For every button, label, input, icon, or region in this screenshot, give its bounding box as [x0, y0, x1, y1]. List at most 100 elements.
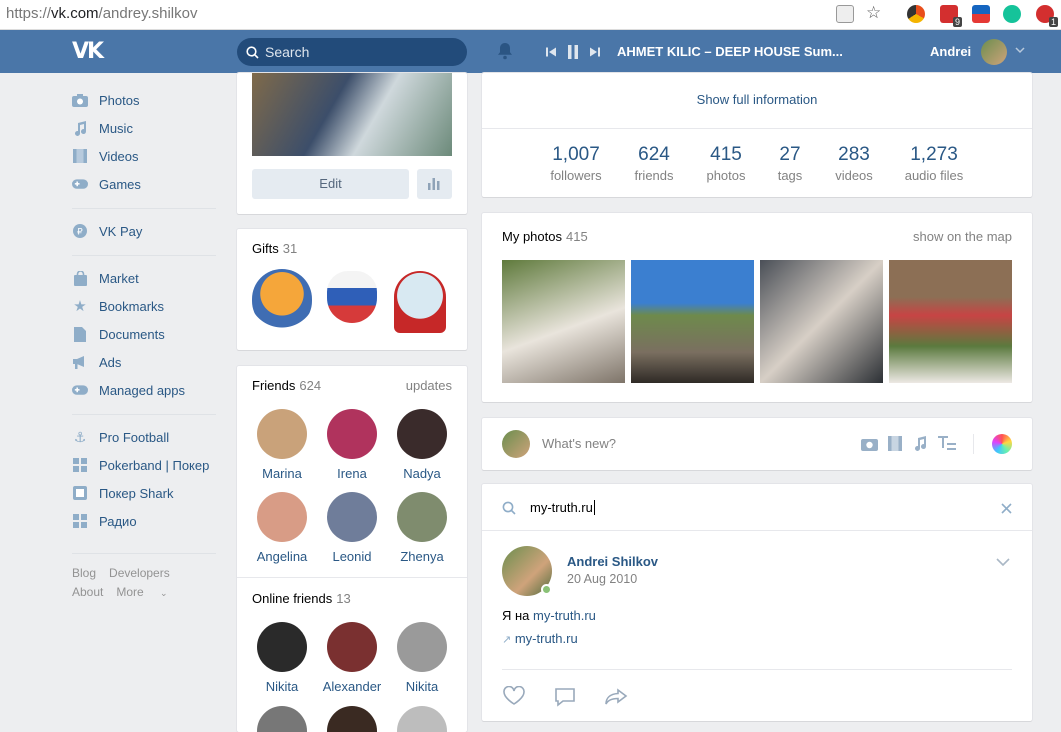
sidebar-item-radio[interactable]: Радио: [72, 507, 222, 535]
translate-icon[interactable]: [836, 5, 854, 23]
friend-item[interactable]: Marina: [247, 409, 317, 481]
post-attachment-link[interactable]: ↗ my-truth.ru: [502, 631, 578, 646]
gift-snowglobe-icon[interactable]: [394, 271, 446, 333]
friends-header[interactable]: Friends 624: [252, 378, 321, 393]
like-heart-icon[interactable]: [502, 686, 526, 706]
attach-photo-icon[interactable]: [861, 437, 878, 451]
sidebar-item-pokerband[interactable]: Pokerband | Покер: [72, 451, 222, 479]
pause-icon[interactable]: [567, 44, 579, 60]
photo-thumbnail[interactable]: [889, 260, 1012, 383]
grammarly-icon[interactable]: [1003, 5, 1021, 23]
browser-url-bar[interactable]: https://vk.com/andrey.shilkov ☆ 9 1: [0, 0, 1061, 30]
sidebar-item-pro-football[interactable]: ⚓ Pro Football: [72, 423, 222, 451]
share-icon[interactable]: [604, 688, 628, 706]
stat-videos[interactable]: 283 videos: [824, 144, 884, 183]
avatar[interactable]: [981, 39, 1007, 65]
friend-item[interactable]: Angelina: [247, 492, 317, 564]
stat-followers[interactable]: 1,007 followers: [538, 144, 614, 183]
friend-name: Zhenya: [400, 549, 444, 564]
friend-item[interactable]: Alexander: [317, 622, 387, 694]
attach-music-icon[interactable]: [914, 436, 927, 451]
online-friends-header[interactable]: Online friends 13: [252, 591, 351, 606]
sidebar-item-market[interactable]: Market: [72, 264, 222, 292]
stat-label: videos: [835, 168, 873, 183]
extension-lastpass-icon[interactable]: 9: [940, 5, 962, 27]
friend-photo[interactable]: [257, 706, 307, 732]
sidebar-item-vkpay[interactable]: ₽ VK Pay: [72, 217, 222, 245]
notifications-bell-icon[interactable]: [497, 42, 513, 60]
show-on-map-link[interactable]: show on the map: [913, 229, 1012, 244]
stat-photos[interactable]: 415 photos: [696, 144, 756, 183]
friend-item[interactable]: Leonid: [317, 492, 387, 564]
sidebar-item-videos[interactable]: Videos: [72, 142, 222, 170]
close-icon[interactable]: [1001, 503, 1012, 514]
sidebar-item-bookmarks[interactable]: ★ Bookmarks: [72, 292, 222, 320]
friend-item[interactable]: Nikita: [387, 622, 457, 694]
bookmark-star-icon[interactable]: ☆: [866, 3, 881, 23]
sidebar-item-poker-shark[interactable]: Покер Shark: [72, 479, 222, 507]
search-input[interactable]: Search: [237, 38, 467, 66]
chevron-down-icon[interactable]: [996, 558, 1010, 566]
friend-photo[interactable]: [327, 706, 377, 732]
gift-cat-icon[interactable]: [252, 269, 312, 331]
poster-color-icon[interactable]: [992, 434, 1012, 454]
bag-icon: [72, 270, 88, 286]
sidebar-item-photos[interactable]: Photos: [72, 86, 222, 114]
vk-logo-icon[interactable]: VK: [72, 39, 106, 64]
show-full-information-link[interactable]: Show full information: [482, 92, 1032, 107]
sidebar-item-ads[interactable]: Ads: [72, 348, 222, 376]
friends-updates-link[interactable]: updates: [406, 378, 452, 393]
footer-about-link[interactable]: About: [72, 585, 103, 599]
extension-badge: 1: [1048, 17, 1058, 27]
friend-photo[interactable]: [397, 706, 447, 732]
wall-search-input[interactable]: my-truth.ru: [530, 500, 595, 515]
gift-heart-icon[interactable]: [327, 271, 377, 323]
statistics-button[interactable]: [417, 169, 452, 199]
edit-profile-button[interactable]: Edit: [252, 169, 409, 199]
photo-thumbnail[interactable]: [760, 260, 883, 383]
url-text[interactable]: https://vk.com/andrey.shilkov: [6, 5, 197, 22]
music-note-icon: [72, 120, 88, 136]
friend-item[interactable]: Nadya: [387, 409, 457, 481]
sidebar-item-managed-apps[interactable]: Managed apps: [72, 376, 222, 404]
sidebar-item-label: Games: [99, 176, 141, 192]
friend-item[interactable]: Nikita: [247, 622, 317, 694]
friend-photo: [327, 492, 377, 542]
photo-thumbnail[interactable]: [631, 260, 754, 383]
footer-more-link[interactable]: More ⌄: [116, 585, 180, 599]
sidebar-item-label: Photos: [99, 92, 140, 108]
user-name[interactable]: Andrei: [930, 44, 971, 59]
avatar: [502, 430, 530, 458]
my-photos-header[interactable]: My photos 415: [502, 229, 588, 244]
stat-tags[interactable]: 27 tags: [770, 144, 810, 183]
friend-item[interactable]: Zhenya: [387, 492, 457, 564]
adblock-icon[interactable]: 1: [1036, 5, 1058, 27]
extension-flag-icon[interactable]: [972, 5, 990, 23]
gifts-header[interactable]: Gifts 31: [252, 241, 297, 256]
post-date-link[interactable]: 20 Aug 2010: [567, 572, 637, 586]
attach-video-icon[interactable]: [888, 436, 902, 451]
previous-track-icon[interactable]: [545, 46, 557, 58]
attach-article-icon[interactable]: [938, 436, 956, 451]
extension-icon[interactable]: [907, 5, 925, 23]
stat-friends[interactable]: 624 friends: [624, 144, 684, 183]
post-author-link[interactable]: Andrei Shilkov: [567, 554, 658, 569]
next-track-icon[interactable]: [589, 46, 601, 58]
sidebar-item-games[interactable]: Games: [72, 170, 222, 198]
now-playing-track[interactable]: AHMET KILIC – DEEP HOUSE Sum...: [617, 44, 843, 59]
sidebar-item-music[interactable]: Music: [72, 114, 222, 142]
profile-photo[interactable]: [252, 73, 452, 156]
sidebar-item-documents[interactable]: Documents: [72, 320, 222, 348]
post-text-prefix: Я на: [502, 608, 530, 623]
stat-label: audio files: [904, 168, 964, 183]
chevron-down-icon[interactable]: [1015, 46, 1025, 54]
stat-audio-files[interactable]: 1,273 audio files: [894, 144, 974, 183]
post-text-link[interactable]: my-truth.ru: [533, 608, 596, 623]
photo-thumbnail[interactable]: [502, 260, 625, 383]
footer-blog-link[interactable]: Blog: [72, 566, 96, 580]
friend-item[interactable]: Irena: [317, 409, 387, 481]
whats-new-input[interactable]: What's new?: [542, 436, 616, 451]
footer-developers-link[interactable]: Developers: [109, 566, 170, 580]
comment-icon[interactable]: [554, 687, 576, 707]
sidebar-item-label: VK Pay: [99, 223, 143, 239]
